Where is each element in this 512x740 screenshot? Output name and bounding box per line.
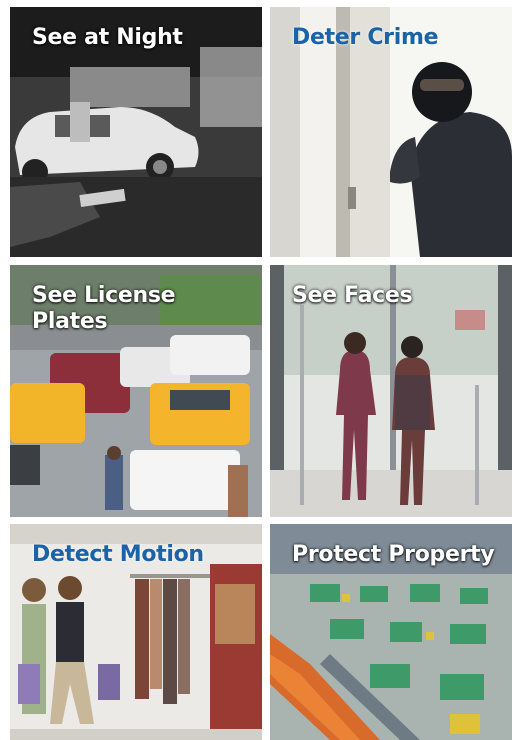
tile-label: See at Night [32,25,183,50]
tile-deter-crime: Deter Crime [270,7,512,257]
tile-detect-motion: Detect Motion [10,524,262,740]
tile-label: Detect Motion [32,542,204,567]
tile-label: See License Plates [32,283,176,334]
tile-label: Deter Crime [292,25,439,50]
tile-see-license-plates: See License Plates [10,265,262,517]
tile-protect-property: Protect Property [270,524,512,740]
tile-see-faces: See Faces [270,265,512,517]
tile-label: Protect Property [292,542,495,567]
tile-see-at-night: See at Night [10,7,262,257]
tile-label: See Faces [292,283,413,308]
